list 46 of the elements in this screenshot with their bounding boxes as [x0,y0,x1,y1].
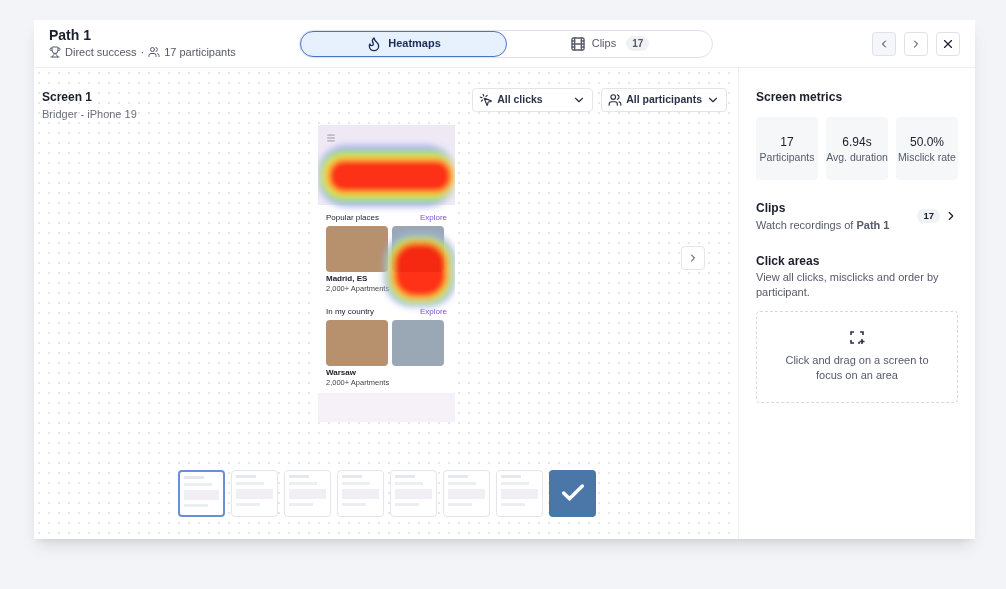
cursor-click-icon [479,93,494,107]
trophy-icon [49,46,61,59]
separator-dot: · [140,45,145,60]
click-area-hint: Click and drag on a screen to focus on an area [784,352,930,383]
section-heading: Popular places [326,212,379,223]
device-label: Bridger - iPhone 19 [42,107,137,122]
explore-link[interactable]: Explore [419,212,447,223]
clips-description: Watch recordings of Path 1 [756,218,890,233]
city-name: Madrid, ES [326,273,369,284]
menu-icon [326,132,336,143]
metric-value: 50.0% [910,133,944,151]
screen-thumbnail[interactable] [549,469,596,517]
clips-count-badge: 17 [917,209,940,224]
users-icon [148,46,161,59]
view-tab[interactable]: Heatmaps [300,30,507,57]
next-screen-button[interactable] [681,245,705,270]
selection-add-icon [849,330,865,345]
metric-label: Misclick rate [898,150,956,165]
city-name: Warsaw [326,367,357,378]
view-tab[interactable]: Clips 17 [507,30,712,57]
filter-dropdown[interactable]: All participants [601,88,727,112]
city-photo [392,319,444,366]
explore-link[interactable]: Explore [419,306,447,317]
section-heading: In my country [326,306,374,317]
clips-count-badge: 17 [626,36,650,51]
previous-button[interactable] [872,31,896,56]
metric-label: Avg. duration [826,150,888,165]
metric-label: Participants [759,150,815,165]
outcome-label: Direct success [65,45,137,60]
metric-value: 6.94s [842,133,872,151]
city-photo [326,225,388,272]
city-photo [326,319,388,366]
participants-count: 17 participants [164,45,236,60]
close-button[interactable] [936,31,960,56]
path-title: Path 1 [49,26,92,44]
users-icon [608,93,623,107]
screen-title: Screen 1 [42,89,94,106]
metrics-title: Screen metrics [756,89,844,106]
metric-value: 17 [780,133,794,151]
click-areas-description: View all clicks, misclicks and order by participant. [756,269,940,300]
filter-dropdown[interactable]: All clicks [472,88,594,112]
film-icon [569,35,586,52]
screen-thumbnail[interactable] [178,469,225,517]
next-button[interactable] [904,31,928,56]
click-areas-title: Click areas [756,252,821,270]
clips-title: Clips [756,200,787,217]
